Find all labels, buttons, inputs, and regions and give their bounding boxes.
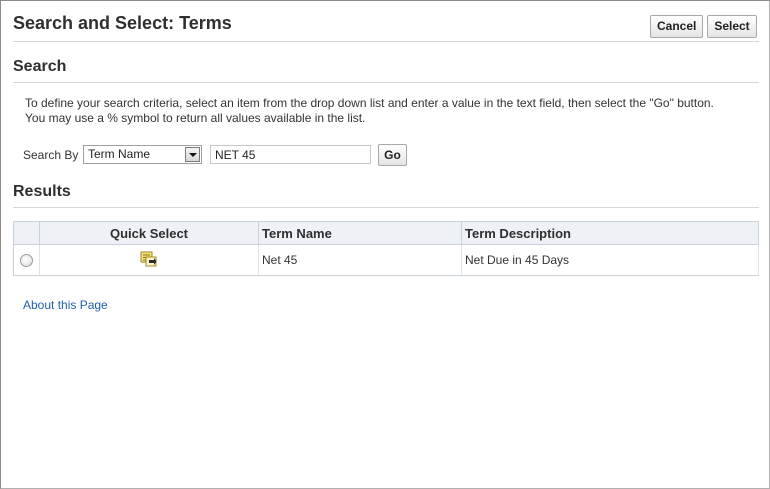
row-select-cell xyxy=(13,244,40,276)
term-description-cell: Net Due in 45 Days xyxy=(461,244,759,276)
column-header-term-name: Term Name xyxy=(258,221,462,245)
chevron-down-icon[interactable] xyxy=(185,147,200,162)
results-divider xyxy=(13,207,759,208)
row-select-radio[interactable] xyxy=(20,254,33,268)
search-input[interactable] xyxy=(210,145,371,164)
column-header-quick-select: Quick Select xyxy=(39,221,259,245)
select-button[interactable]: Select xyxy=(707,15,757,38)
search-by-label: Search By xyxy=(23,148,79,162)
instructions-line-1: To define your search criteria, select a… xyxy=(25,96,714,110)
page-title: Search and Select: Terms xyxy=(13,13,232,33)
dialog-frame: Search and Select: Terms Cancel Select S… xyxy=(0,0,770,489)
search-by-selected-value: Term Name xyxy=(88,147,151,161)
table-header-row: Quick Select Term Name Term Description xyxy=(13,221,759,245)
go-button[interactable]: Go xyxy=(378,144,407,166)
table-row[interactable]: Net 45 Net Due in 45 Days xyxy=(13,244,759,276)
column-header-select xyxy=(13,221,40,245)
about-this-page-link[interactable]: About this Page xyxy=(23,298,108,312)
search-instructions: To define your search criteria, select a… xyxy=(25,96,745,126)
quick-select-cell xyxy=(39,244,259,276)
column-header-term-description: Term Description xyxy=(461,221,759,245)
results-section-title: Results xyxy=(13,183,71,200)
title-divider xyxy=(13,41,759,42)
search-divider xyxy=(13,82,759,83)
cancel-button[interactable]: Cancel xyxy=(650,15,703,38)
search-section-title: Search xyxy=(13,58,67,75)
quick-select-icon[interactable] xyxy=(140,251,158,270)
term-name-cell: Net 45 xyxy=(258,244,462,276)
search-by-select[interactable]: Term Name xyxy=(83,145,202,164)
results-table: Quick Select Term Name Term Description xyxy=(13,221,759,276)
instructions-line-2: You may use a % symbol to return all val… xyxy=(25,111,366,125)
